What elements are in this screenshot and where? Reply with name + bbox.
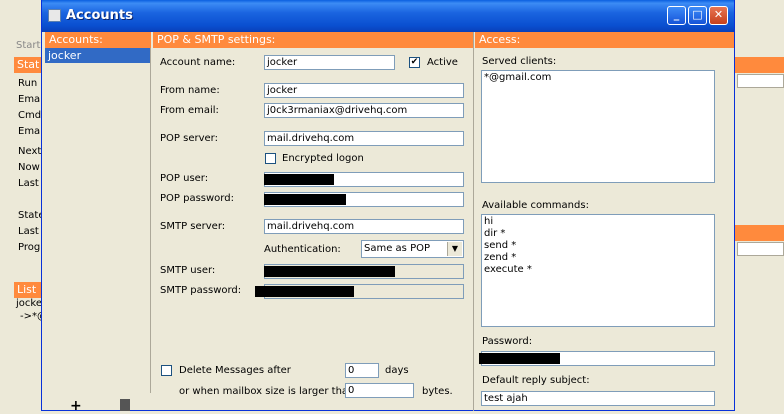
reply-subject-label: Default reply subject: bbox=[482, 375, 590, 386]
from-name-input[interactable]: jocker bbox=[264, 83, 464, 98]
command-item[interactable]: hi bbox=[484, 216, 712, 228]
minimize-icon[interactable]: _ bbox=[667, 6, 686, 25]
from-email-input[interactable]: j0ck3rmaniax@drivehq.com bbox=[264, 103, 464, 118]
smtp-user-label: SMTP user: bbox=[160, 265, 216, 276]
time-line: Next bbox=[18, 146, 42, 157]
list-header: List bbox=[14, 282, 44, 298]
settings-header: POP & SMTP settings: bbox=[153, 32, 473, 48]
smtp-server-input[interactable]: mail.drivehq.com bbox=[264, 219, 464, 234]
pop-server-input[interactable]: mail.drivehq.com bbox=[264, 131, 464, 146]
delete-messages-label: Delete Messages after bbox=[179, 365, 291, 376]
password-label: Password: bbox=[482, 336, 533, 347]
title-bar[interactable]: Accounts _ □ ✕ bbox=[42, 0, 734, 32]
status-header: Stat bbox=[14, 57, 44, 73]
state-line: Last bbox=[18, 226, 39, 237]
days-input[interactable]: 0 bbox=[345, 363, 379, 378]
right-panel-header bbox=[735, 57, 784, 73]
add-account-icon[interactable]: + bbox=[70, 398, 82, 414]
authentication-value: Same as POP bbox=[364, 243, 430, 254]
redacted-password bbox=[479, 353, 560, 364]
mailbox-size-label: or when mailbox size is larger than bbox=[179, 386, 355, 397]
time-line: Now bbox=[18, 162, 40, 173]
pop-password-label: POP password: bbox=[160, 193, 234, 204]
active-label: Active bbox=[427, 57, 458, 68]
accounts-dialog: Accounts _ □ ✕ Accounts: jocker + POP & … bbox=[41, 0, 735, 414]
list-line: jocke bbox=[16, 298, 42, 309]
status-line: Run bbox=[18, 78, 38, 89]
pop-server-label: POP server: bbox=[160, 133, 218, 144]
accounts-header: Accounts: bbox=[45, 32, 151, 48]
command-item[interactable]: dir * bbox=[484, 228, 712, 240]
pop-user-label: POP user: bbox=[160, 173, 209, 184]
bytes-input[interactable]: 0 bbox=[345, 383, 414, 398]
redacted-smtp-password bbox=[255, 286, 354, 297]
status-line: Ema bbox=[18, 126, 41, 137]
toolbar-start-label[interactable]: Start bbox=[16, 40, 40, 51]
available-commands-label: Available commands: bbox=[482, 200, 589, 211]
active-checkbox[interactable]: ✔ bbox=[409, 57, 420, 68]
encrypted-logon-checkbox[interactable] bbox=[265, 153, 276, 164]
available-commands-list[interactable]: hi dir * send * zend * execute * bbox=[481, 214, 715, 327]
bytes-label: bytes. bbox=[422, 386, 453, 397]
served-clients-label: Served clients: bbox=[482, 56, 557, 67]
right-panel-header bbox=[735, 225, 784, 241]
accounts-list[interactable]: jocker bbox=[45, 48, 151, 393]
authentication-select[interactable]: Same as POP ▼ bbox=[361, 240, 464, 258]
served-client-item[interactable]: *@gmail.com bbox=[484, 72, 712, 84]
dialog-title: Accounts bbox=[66, 8, 133, 23]
delete-messages-checkbox[interactable] bbox=[161, 365, 172, 376]
app-icon bbox=[48, 9, 61, 22]
smtp-server-label: SMTP server: bbox=[160, 221, 226, 232]
account-item[interactable]: jocker bbox=[45, 48, 150, 63]
encrypted-logon-label: Encrypted logon bbox=[282, 153, 364, 164]
smtp-password-label: SMTP password: bbox=[160, 285, 242, 296]
time-line: Last bbox=[18, 178, 39, 189]
chevron-down-icon[interactable]: ▼ bbox=[447, 242, 462, 256]
divider bbox=[473, 32, 474, 411]
command-item[interactable]: send * bbox=[484, 240, 712, 252]
reply-subject-input[interactable]: test ajah bbox=[481, 391, 715, 406]
from-email-label: From email: bbox=[160, 105, 219, 116]
status-line: Cmd bbox=[18, 110, 42, 121]
account-name-input[interactable]: jocker bbox=[264, 55, 395, 70]
maximize-icon[interactable]: □ bbox=[688, 6, 707, 25]
days-label: days bbox=[385, 365, 409, 376]
right-panel-field bbox=[737, 242, 784, 256]
redacted-pop-password bbox=[264, 194, 346, 205]
redacted-pop-user bbox=[264, 174, 334, 185]
command-item[interactable]: zend * bbox=[484, 252, 712, 264]
trash-icon[interactable] bbox=[120, 399, 130, 411]
account-name-label: Account name: bbox=[160, 57, 236, 68]
authentication-label: Authentication: bbox=[264, 244, 341, 255]
command-item[interactable]: execute * bbox=[484, 264, 712, 276]
right-panel-field bbox=[737, 74, 784, 88]
state-line: Prog bbox=[18, 242, 41, 253]
status-line: Ema bbox=[18, 94, 41, 105]
served-clients-list[interactable]: *@gmail.com bbox=[481, 70, 715, 183]
access-header: Access: bbox=[475, 32, 734, 48]
from-name-label: From name: bbox=[160, 85, 220, 96]
redacted-smtp-user bbox=[264, 266, 395, 277]
close-icon[interactable]: ✕ bbox=[709, 6, 728, 25]
